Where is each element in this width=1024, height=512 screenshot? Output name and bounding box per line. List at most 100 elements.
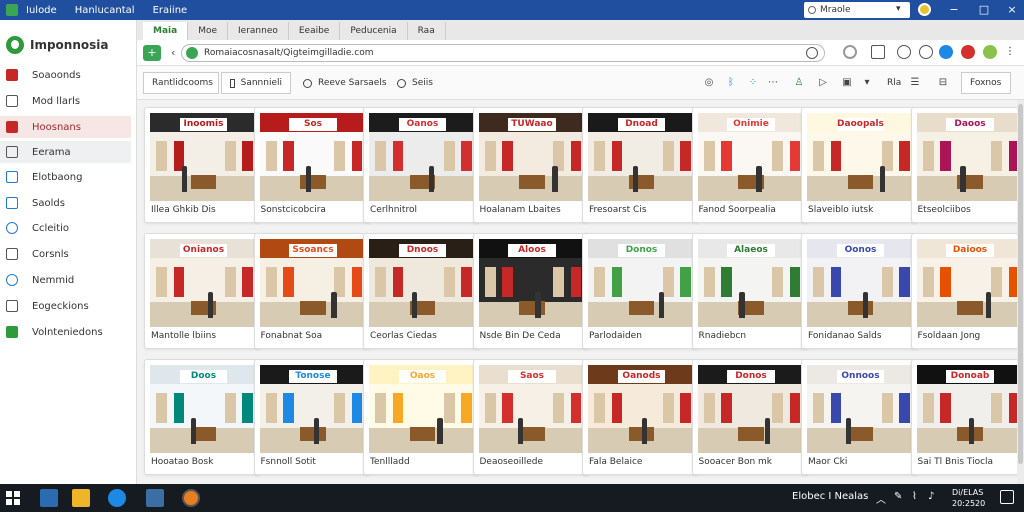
store-card[interactable]: Oonos Fonidanao Salds [801, 233, 918, 349]
store-thumbnail[interactable]: Onimie [697, 113, 805, 201]
store-card[interactable]: Doos Hooatao Bosk [144, 359, 261, 475]
history-icon[interactable] [897, 45, 911, 59]
taskbar-active-app-icon[interactable] [182, 489, 200, 507]
sidebar-item-7[interactable]: Ccleitio [0, 217, 131, 239]
sort-button[interactable]: Sannnieli [221, 72, 291, 94]
store-thumbnail[interactable]: Donoab [916, 365, 1024, 453]
calendar-icon[interactable]: ▣ [841, 77, 853, 89]
tray-status-text[interactable]: Elobec I Nealas [792, 491, 868, 502]
export-button[interactable]: Foxnos [961, 72, 1011, 94]
sidebar-item-9[interactable]: Nemmid [0, 269, 131, 291]
store-card[interactable]: Inoomis Illea Ghkib Dis [144, 107, 261, 223]
store-card[interactable]: Daoos Etseolciibos [910, 107, 1024, 223]
store-thumbnail[interactable]: Donos [697, 365, 805, 453]
toolbar-link-2[interactable]: Seiis [397, 78, 433, 88]
grid-icon[interactable]: ⁘ [747, 77, 759, 89]
store-card[interactable]: Donos Sooacer Bon mk [691, 359, 809, 475]
title-menu-3[interactable]: Eraiine [153, 5, 188, 16]
store-thumbnail[interactable]: Onnoos [807, 365, 914, 453]
close-button[interactable]: × [1004, 2, 1020, 18]
sidebar-item-4[interactable]: Eerama [0, 141, 131, 163]
clock[interactable]: Di/ELAS 20:2520 [952, 487, 985, 509]
store-thumbnail[interactable]: Daioos [916, 239, 1024, 327]
store-card[interactable]: Daoopals Slaveiblo iutsk [801, 107, 918, 223]
store-thumbnail[interactable]: Oaos [369, 365, 476, 453]
store-thumbnail[interactable]: Doos [150, 365, 257, 453]
brand[interactable]: Imponnosia [0, 20, 136, 70]
new-tab-button[interactable]: + [143, 44, 161, 61]
pen-icon[interactable]: ✎ [894, 491, 902, 502]
extension-icon[interactable] [843, 45, 857, 59]
taskbar-browser-icon[interactable] [108, 489, 126, 507]
title-menu-2[interactable]: Hanlucantal [75, 5, 135, 16]
store-thumbnail[interactable]: Oanos [369, 113, 476, 201]
store-thumbnail[interactable]: Onianos [150, 239, 257, 327]
store-card[interactable]: Onimie Fanod Soorpealia [691, 107, 809, 223]
taskbar-monitor-icon[interactable] [40, 489, 58, 507]
store-card[interactable]: Donoab Sai Tl Bnis Tiocla [910, 359, 1024, 475]
store-card[interactable]: Onianos Mantolle lbiins [144, 233, 261, 349]
store-thumbnail[interactable]: Alaeos [697, 239, 805, 327]
tab-2[interactable]: Moe [188, 22, 228, 40]
store-card[interactable]: Dnoos Ceorlas Ciedas [363, 233, 480, 349]
more-icon[interactable]: ⋯ [767, 77, 779, 89]
cloud-icon[interactable] [919, 45, 933, 59]
chevron-down-icon[interactable]: ▾ [896, 4, 901, 14]
maximize-button[interactable]: □ [976, 2, 992, 18]
store-card[interactable]: Daioos Fsoldaan Jong [910, 233, 1024, 349]
globe-icon[interactable]: ◎ [703, 77, 715, 89]
chevron-up-icon[interactable]: ︿ [876, 491, 886, 506]
taskbar-folder-icon[interactable] [72, 489, 90, 507]
tab-1[interactable]: Maia [143, 22, 189, 40]
store-card[interactable]: Sos Sonstcicobcira [253, 107, 371, 223]
user-add-icon[interactable]: ♙ [793, 77, 805, 89]
info-icon[interactable] [939, 45, 953, 59]
store-card[interactable]: Tonose Fsnnoll Sotit [253, 359, 371, 475]
sidebar-item-11[interactable]: Volnteniedons [0, 321, 131, 343]
user-avatar-icon[interactable] [918, 3, 931, 16]
store-card[interactable]: Donos Parlodaiden [582, 233, 699, 349]
notification-icon[interactable] [1000, 490, 1014, 504]
alert-icon[interactable] [961, 45, 975, 59]
minimize-button[interactable]: − [946, 2, 962, 18]
taskbar-store-icon[interactable] [146, 489, 164, 507]
back-arrow-icon[interactable]: ‹ [171, 46, 175, 59]
url-input[interactable]: Romaiacosnasalt/Qigteimgilladie.com [181, 44, 825, 62]
store-card[interactable]: TUWaao Hoalanam Lbaites [472, 107, 590, 223]
store-thumbnail[interactable]: TUWaao [478, 113, 586, 201]
store-thumbnail[interactable]: Oonos [807, 239, 914, 327]
store-card[interactable]: Onnoos Maor Cki [801, 359, 918, 475]
store-card[interactable]: Alaeos Rnadiebcn [691, 233, 809, 349]
view-button[interactable]: Rla [887, 78, 901, 88]
toolbar-link-1[interactable]: Reeve Sarsaels [303, 78, 387, 88]
store-thumbnail[interactable]: Donos [588, 239, 695, 327]
sidebar-item-10[interactable]: Eogeckions [0, 295, 131, 317]
network-icon[interactable]: ⌇ [912, 491, 917, 502]
store-thumbnail[interactable]: Daoos [916, 113, 1024, 201]
tab-5[interactable]: Peducenia [340, 22, 408, 40]
sidebar-item-8[interactable]: Corsnls [0, 243, 131, 265]
store-card[interactable]: Aloos Nsde Bin De Ceda [472, 233, 590, 349]
store-thumbnail[interactable]: Sos [259, 113, 367, 201]
sidebar-item-3[interactable]: Hoosnans [0, 116, 131, 138]
tabs-icon[interactable] [871, 45, 885, 59]
bluetooth-icon[interactable]: ᛒ [725, 77, 737, 89]
store-card[interactable]: Saos Deaoseoillede [472, 359, 590, 475]
store-thumbnail[interactable]: Tonose [259, 365, 367, 453]
vertical-scrollbar[interactable] [1017, 100, 1024, 484]
scrollbar-thumb[interactable] [1018, 104, 1023, 464]
filter-button[interactable]: Rantlidcooms [143, 72, 219, 94]
store-card[interactable]: Ssoancs Fonabnat Soa [253, 233, 371, 349]
volume-icon[interactable]: ♪ [928, 491, 934, 502]
store-thumbnail[interactable]: Ssoancs [259, 239, 367, 327]
layout-icon[interactable]: ⊟ [937, 77, 949, 89]
tab-4[interactable]: Eeaibe [289, 22, 341, 40]
play-icon[interactable]: ▷ [817, 77, 829, 89]
sidebar-item-6[interactable]: Saolds [0, 192, 131, 214]
reload-icon[interactable] [806, 47, 818, 59]
list-icon[interactable]: ☰ [909, 77, 921, 89]
sidebar-item-5[interactable]: Elotbaong [0, 166, 131, 188]
profile-icon[interactable] [983, 45, 997, 59]
store-card[interactable]: Dnoad Fresoarst Cis [582, 107, 699, 223]
store-thumbnail[interactable]: Inoomis [150, 113, 257, 201]
